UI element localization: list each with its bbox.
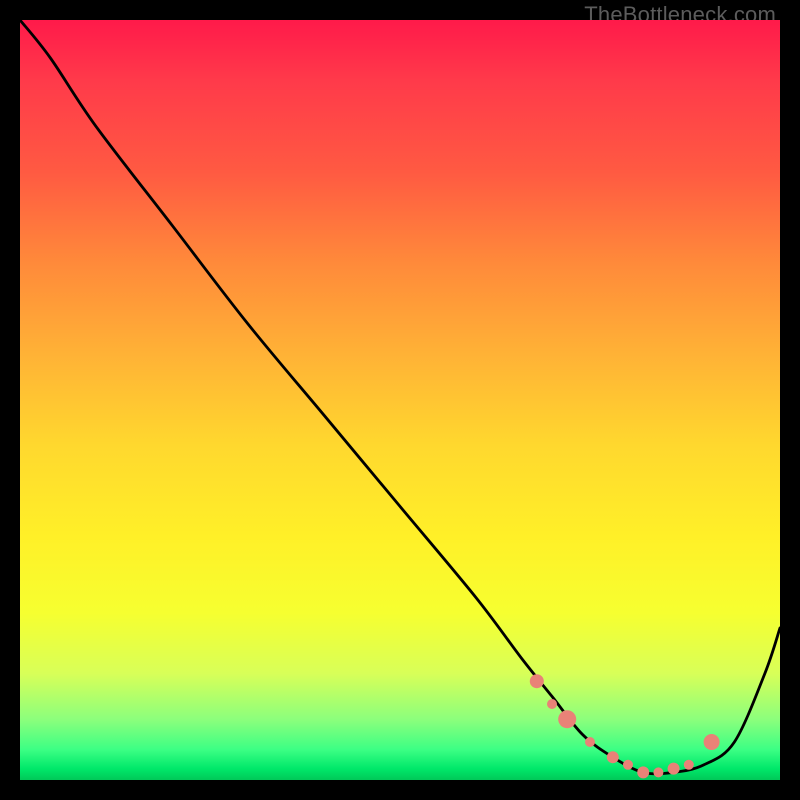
marker-point (607, 751, 619, 763)
marker-group (530, 674, 720, 778)
plot-area (20, 20, 780, 780)
bottleneck-curve (20, 20, 780, 774)
marker-point (585, 737, 595, 747)
marker-point (653, 767, 663, 777)
chart-frame: TheBottleneck.com (0, 0, 800, 800)
chart-svg (20, 20, 780, 780)
marker-point (684, 760, 694, 770)
marker-point (558, 710, 576, 728)
marker-point (704, 734, 720, 750)
marker-point (623, 760, 633, 770)
marker-point (530, 674, 544, 688)
marker-point (547, 699, 557, 709)
marker-point (637, 766, 649, 778)
marker-point (668, 763, 680, 775)
